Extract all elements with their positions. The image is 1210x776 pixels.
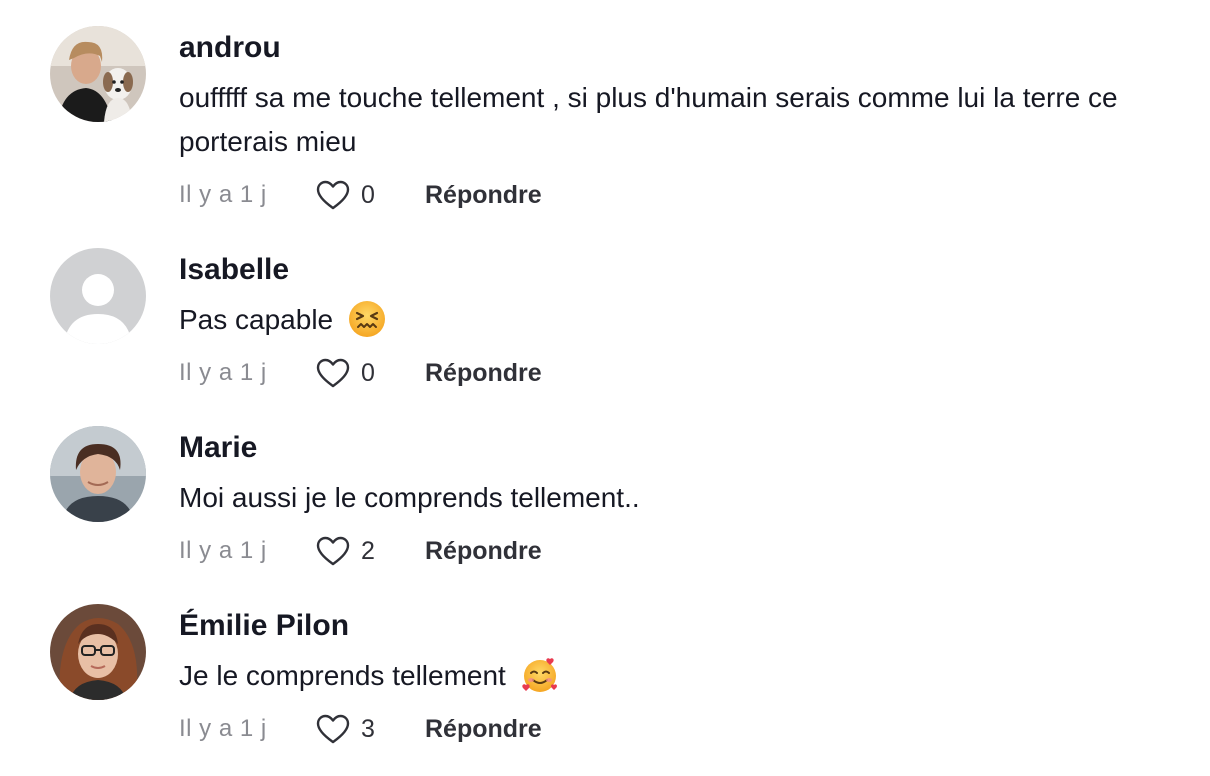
comment-item: Marie Moi aussi je le comprends tellemen… [0,410,1210,590]
heart-outline-icon [316,180,350,210]
comment-text: Pas capable [179,304,334,335]
heart-outline-icon [316,358,350,388]
comment-text: Je le comprends tellement [179,660,506,691]
avatar-photo-woman-glasses [50,604,146,700]
comment-timestamp: Il y a 1 j [179,537,267,564]
comment-item: androu oufffff sa me touche tellement , … [0,0,1210,230]
reply-button[interactable]: Répondre [425,537,542,566]
like-count: 0 [361,180,375,209]
smiling-face-with-hearts-emoji-icon [521,657,557,692]
avatar[interactable] [50,26,146,122]
like-button[interactable]: 3 [315,713,425,745]
comment-meta: Il y a 1 j 0 Répondre [179,353,542,393]
like-count: 3 [361,714,375,743]
like-button[interactable]: 0 [315,357,425,389]
reply-button[interactable]: Répondre [425,181,542,210]
comment-text-row: Pas capable [179,298,1204,342]
like-count: 0 [361,358,375,387]
avatar[interactable] [50,426,146,522]
comment-item: Émilie Pilon Je le comprends tellement I… [0,590,1210,776]
comment-username[interactable]: Émilie Pilon [179,608,349,644]
avatar[interactable] [50,248,146,344]
comment-text: oufffff sa me touche tellement , si plus… [179,82,1118,157]
comment-meta: Il y a 1 j 0 Répondre [179,175,542,215]
comment-text: Moi aussi je le comprends tellement.. [179,482,640,513]
comment-username[interactable]: Marie [179,430,257,466]
like-button[interactable]: 2 [315,535,425,567]
confounded-face-emoji-icon [348,300,385,337]
like-button[interactable]: 0 [315,179,425,211]
comment-item: Isabelle Pas capable Il y a 1 j 0 Répond… [0,230,1210,410]
comment-timestamp: Il y a 1 j [179,181,267,208]
comment-text-row: Je le comprends tellement [179,654,1204,698]
comment-username[interactable]: androu [179,30,281,66]
reply-button[interactable]: Répondre [425,359,542,388]
avatar[interactable] [50,604,146,700]
like-count: 2 [361,536,375,565]
avatar-photo-woman-with-dog [50,26,146,122]
comment-meta: Il y a 1 j 3 Répondre [179,709,542,749]
user-silhouette-icon [50,248,146,344]
heart-outline-icon [316,714,350,744]
comment-username[interactable]: Isabelle [179,252,289,288]
avatar-photo-woman [50,426,146,522]
comment-timestamp: Il y a 1 j [179,715,267,742]
comment-meta: Il y a 1 j 2 Répondre [179,531,542,571]
reply-button[interactable]: Répondre [425,715,542,744]
comment-timestamp: Il y a 1 j [179,359,267,386]
heart-outline-icon [316,536,350,566]
